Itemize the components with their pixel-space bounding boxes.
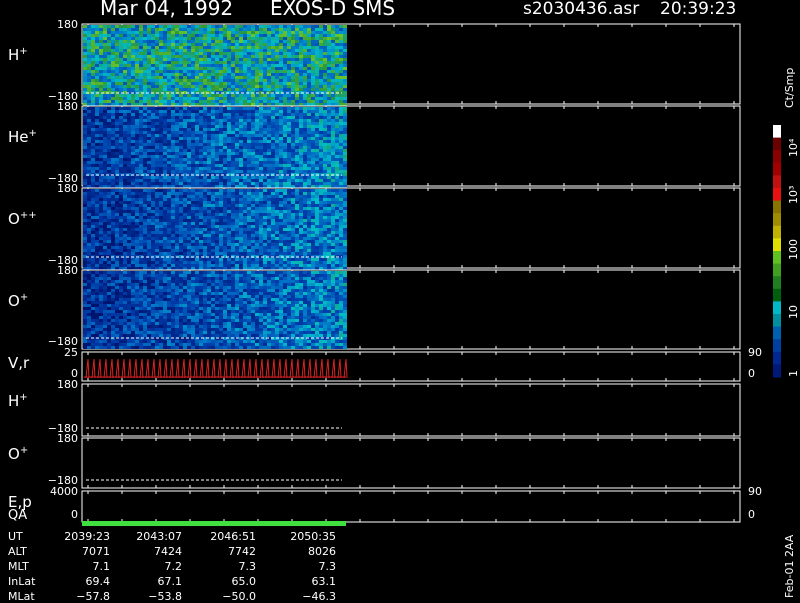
y-tick-top: 180 (57, 264, 78, 277)
y-tick-top: 180 (57, 432, 78, 445)
colorbar-segment (773, 138, 781, 151)
ephemeris-value: 7742 (228, 545, 256, 558)
colorbar-segment (773, 213, 781, 226)
ephemeris-value: 67.1 (158, 575, 183, 588)
ephemeris-value: −46.3 (302, 590, 336, 603)
panel-label-o-: O++ (8, 210, 37, 228)
colorbar-segment (773, 125, 781, 138)
colorbar-tick: 100 (787, 239, 800, 260)
panel-6 (82, 438, 740, 488)
sms-plot (0, 0, 800, 600)
ephemeris-value: 7.1 (93, 560, 111, 573)
y2-tick-bottom: 0 (748, 508, 755, 521)
panel-label-o-: O+ (8, 445, 28, 463)
colorbar-segment (773, 314, 781, 327)
ephemeris-value: 7.3 (319, 560, 337, 573)
panel-7 (82, 491, 740, 522)
ephemeris-value: 65.0 (232, 575, 257, 588)
qa-label: QA (8, 508, 27, 523)
colorbar-segment (773, 264, 781, 277)
panel-label-he-: He+ (8, 128, 37, 146)
colorbar-segment (773, 327, 781, 340)
y-tick-top: 25 (64, 346, 78, 359)
ephemeris-value: 2050:35 (290, 530, 336, 543)
colorbar-tick: 10⁴ (787, 139, 800, 157)
ephemeris-value: 69.4 (86, 575, 111, 588)
colorbar-tick: 1 (787, 370, 800, 377)
ephemeris-value: 7424 (154, 545, 182, 558)
ephemeris-value: 7071 (82, 545, 110, 558)
colorbar-segment (773, 352, 781, 365)
colorbar-segment (773, 150, 781, 163)
panel-label-v-r: V,r (8, 354, 29, 372)
colorbar-segment (773, 276, 781, 289)
y-tick-top: 180 (57, 18, 78, 31)
colorbar-segment (773, 301, 781, 314)
colorbar-segment (773, 364, 781, 377)
colorbar-segment (773, 339, 781, 352)
colorbar (773, 125, 781, 378)
plot-time: 20:39:23 (660, 0, 736, 19)
ephemeris-value: 2046:51 (210, 530, 256, 543)
ephemeris-value: 2043:07 (136, 530, 182, 543)
colorbar-segment (773, 201, 781, 214)
panel-5 (82, 384, 740, 436)
ephemeris-label: MLat (8, 590, 35, 603)
y2-tick-bottom: 0 (748, 367, 755, 380)
colorbar-segment (773, 175, 781, 188)
y2-tick-top: 90 (748, 346, 762, 359)
qa-bar (82, 521, 346, 526)
ephemeris-value: −50.0 (222, 590, 256, 603)
ephemeris-value: 2039:23 (64, 530, 110, 543)
ephemeris-label: UT (8, 530, 23, 543)
ephemeris-value: 8026 (308, 545, 336, 558)
colorbar-segment (773, 163, 781, 176)
plot-instrument: EXOS-D SMS (270, 0, 395, 20)
ephemeris-value: 7.2 (165, 560, 183, 573)
ephemeris-value: 7.3 (239, 560, 257, 573)
panel-4 (82, 352, 740, 381)
colorbar-segment (773, 289, 781, 302)
y-tick-bottom: 0 (71, 508, 78, 521)
colorbar-segment (773, 251, 781, 264)
colorbar-segment (773, 226, 781, 239)
ephemeris-label: InLat (8, 575, 35, 588)
colorbar-unit: Ct/Smp (783, 68, 796, 108)
ephemeris-value: 63.1 (312, 575, 337, 588)
panel-2 (82, 188, 740, 270)
ephemeris-value: −53.8 (148, 590, 182, 603)
plot-date: Mar 04, 1992 (100, 0, 233, 20)
panel-1 (82, 106, 740, 188)
panel-0 (82, 24, 740, 106)
y2-tick-top: 90 (748, 485, 762, 498)
panel-label-h-: H+ (8, 392, 28, 410)
colorbar-segment (773, 188, 781, 201)
y-tick-top: 180 (57, 182, 78, 195)
panel-label-h-: H+ (8, 46, 28, 64)
ephemeris-value: −57.8 (76, 590, 110, 603)
y-tick-top: 4000 (50, 485, 78, 498)
ephemeris-label: ALT (8, 545, 27, 558)
y-tick-top: 180 (57, 100, 78, 113)
colorbar-tick: 10³ (787, 186, 800, 204)
y-tick-top: 180 (57, 378, 78, 391)
ephemeris-label: MLT (8, 560, 29, 573)
plot-filename: s2030436.asr (523, 0, 639, 19)
panel-3 (82, 270, 740, 349)
panel-label-o-: O+ (8, 292, 28, 310)
colorbar-tick: 10 (787, 305, 800, 319)
footer-code: Feb-01 2AA (783, 535, 796, 598)
colorbar-segment (773, 238, 781, 251)
